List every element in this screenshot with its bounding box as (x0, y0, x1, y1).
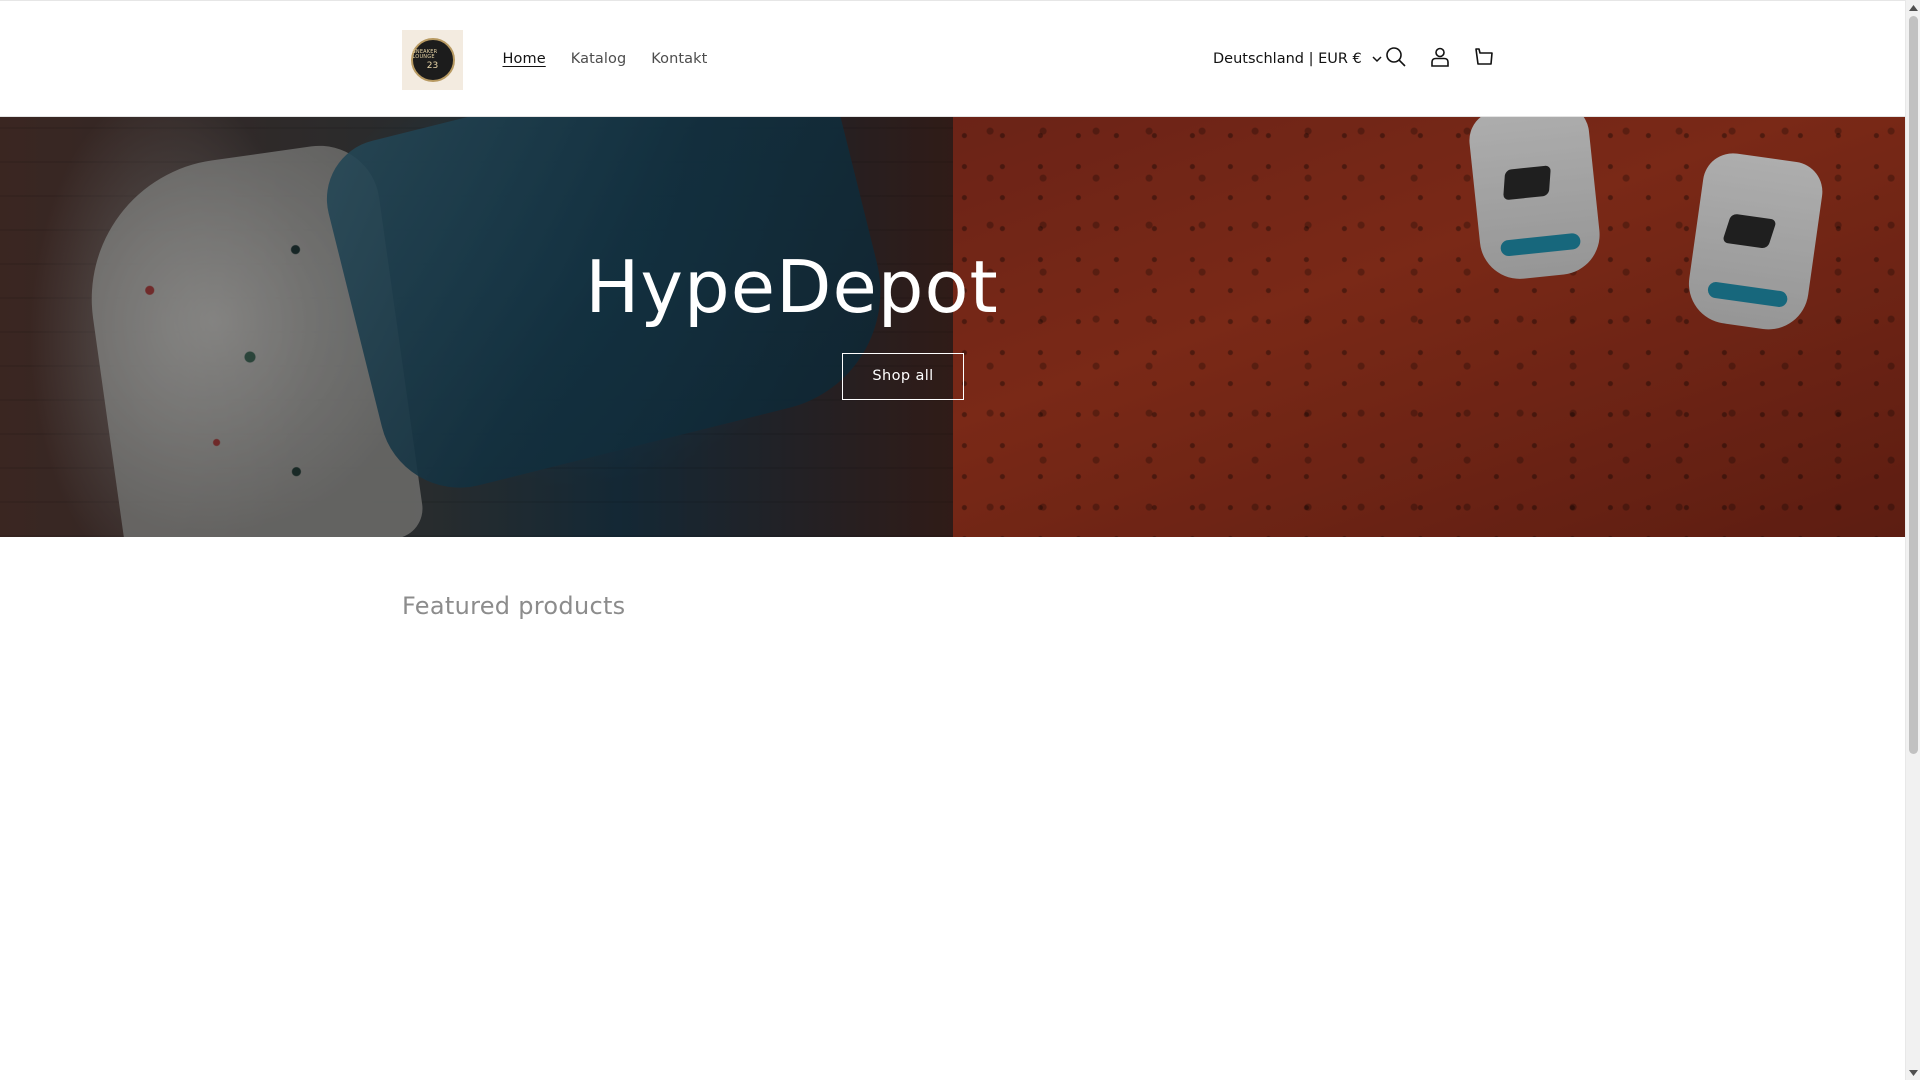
hero-title: HypeDepot (585, 244, 999, 329)
account-button[interactable] (1422, 41, 1458, 77)
nav-link-kontakt[interactable]: Kontakt (639, 51, 720, 67)
cart-button[interactable] (1466, 41, 1502, 77)
locale-label: Deutschland | EUR € (1213, 51, 1362, 67)
shop-all-button[interactable]: Shop all (842, 352, 964, 400)
nav-link-home[interactable]: Home (490, 51, 558, 67)
featured-products-heading: Featured products (402, 592, 626, 620)
logo-badge: SNEAKER LOUNGE 23 (410, 38, 455, 82)
page: SNEAKER LOUNGE 23 Home Katalog Kontakt D… (0, 0, 1920, 1080)
main-nav: Home Katalog Kontakt (490, 41, 720, 77)
nav-link-katalog[interactable]: Katalog (558, 51, 639, 67)
search-icon (1385, 46, 1407, 72)
scroll-up-arrow-icon[interactable] (1906, 0, 1920, 15)
locale-selector[interactable]: Deutschland | EUR € (1213, 41, 1384, 77)
viewport: SNEAKER LOUNGE 23 Home Katalog Kontakt D… (0, 0, 1905, 1080)
site-header: SNEAKER LOUNGE 23 Home Katalog Kontakt D… (0, 0, 1905, 117)
search-button[interactable] (1378, 41, 1414, 77)
logo-text-top: SNEAKER LOUNGE (412, 48, 438, 60)
scroll-down-arrow-icon[interactable] (1906, 1065, 1920, 1080)
hero-content: HypeDepot Shop all (0, 117, 1584, 537)
store-logo[interactable]: SNEAKER LOUNGE 23 (402, 30, 463, 90)
page-scrollbar[interactable] (1905, 0, 1920, 1080)
scroll-thumb[interactable] (1909, 16, 1918, 754)
account-icon (1429, 46, 1451, 72)
cart-icon (1473, 46, 1495, 72)
hero-banner: HypeDepot Shop all (0, 117, 1905, 537)
logo-text-num: 23 (426, 60, 439, 71)
